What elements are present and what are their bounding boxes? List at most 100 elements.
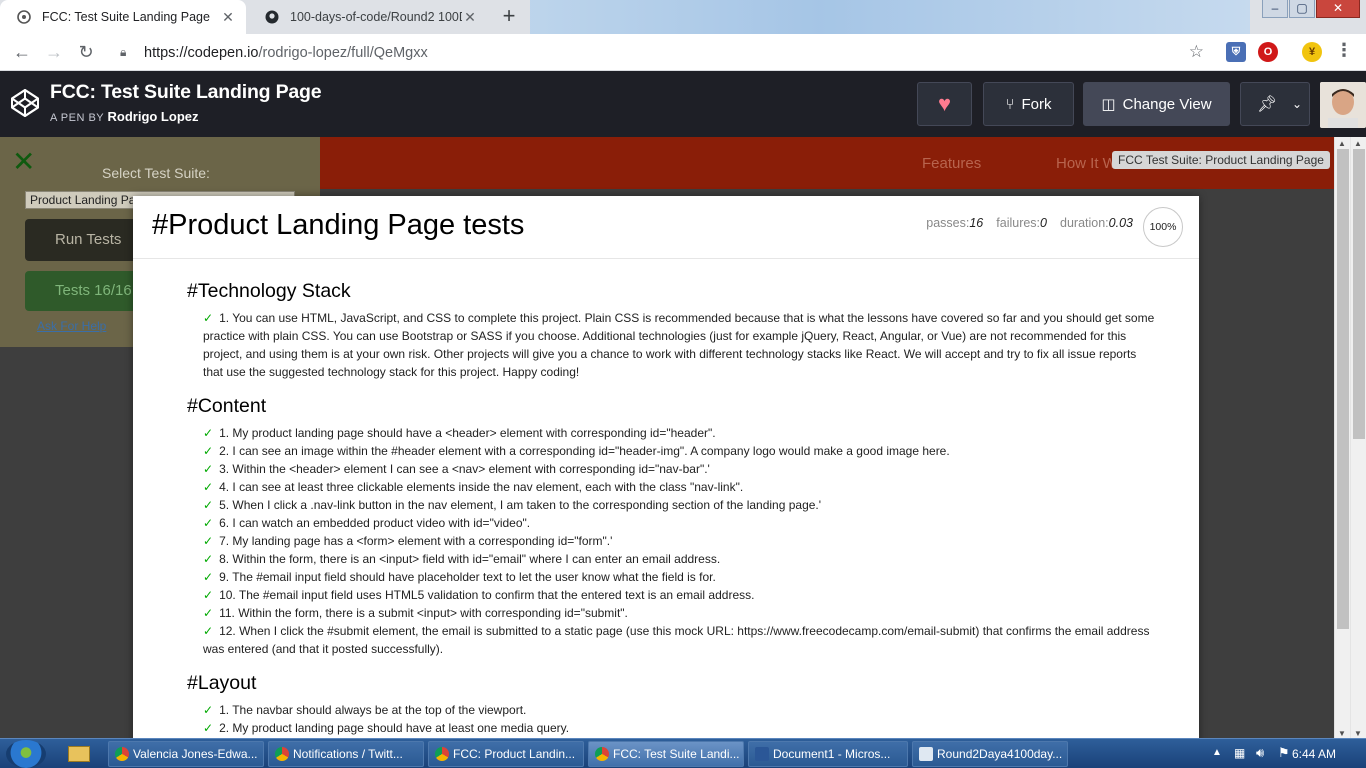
test-item[interactable]: ✓ 5. When I click a .nav-link button in t… (187, 496, 1157, 514)
outer-scroll-thumb[interactable] (1353, 149, 1365, 439)
test-item[interactable]: ✓ 7. My landing page has a <form> element… (187, 532, 1157, 550)
test-item[interactable]: ✓ 8. Within the form, there is an <input>… (187, 550, 1157, 568)
test-suite: #Technology Stack ✓ 1. You can use HTML, J… (187, 280, 1157, 381)
by-label: A PEN BY (50, 112, 104, 124)
clock[interactable]: 6:44 AM (1292, 747, 1336, 761)
suite-title[interactable]: #Technology Stack (187, 280, 1157, 303)
passes-label: passes: (926, 216, 970, 230)
back-arrow-icon[interactable]: ← (6, 42, 38, 63)
failures-count: 0 (1040, 216, 1047, 230)
test-item[interactable]: ✓ 3. Within the <header> element I can se… (187, 460, 1157, 478)
bookmark-star-icon[interactable]: ☆ (1189, 42, 1204, 62)
network-icon[interactable]: ▦ (1234, 746, 1245, 760)
taskbar-item[interactable]: Valencia Jones-Edwa... (108, 741, 264, 767)
file-explorer-icon[interactable] (68, 746, 90, 762)
test-item[interactable]: ✓ 1. My product landing page should have … (187, 424, 1157, 442)
codepen-logo-icon[interactable] (10, 88, 40, 118)
browser-menu-icon[interactable]: ⋮ (1334, 41, 1354, 62)
test-item[interactable]: ✓ 12. When I click the #submit element, t… (187, 622, 1157, 658)
test-item[interactable]: ✓ 2. My product landing page should have … (187, 719, 1157, 737)
inner-scroll-track[interactable]: ▲ ▼ (1334, 137, 1350, 740)
scroll-up-icon[interactable]: ▲ (1354, 139, 1362, 148)
tab-close-icon[interactable]: ✕ (220, 9, 236, 26)
love-button[interactable]: ♥ (917, 82, 972, 126)
url-bar[interactable]: 🔒︎ https://codepen.io/rodrigo-lopez/full… (110, 38, 1210, 67)
test-item[interactable]: ✓ 6. I can watch an embedded product vide… (187, 514, 1157, 532)
suite-title[interactable]: #Layout (187, 672, 1157, 695)
taskbar-item[interactable]: Notifications / Twitt... (268, 741, 424, 767)
reload-icon[interactable]: ↻ (70, 42, 102, 63)
tab-title: FCC: Test Suite Landing Page (42, 10, 210, 24)
inner-scroll-thumb[interactable] (1337, 149, 1349, 629)
duration-value: 0.03 (1108, 216, 1133, 230)
tab-title: 100-days-of-code/Round2 100D (290, 10, 462, 24)
ask-for-help-link[interactable]: Ask For Help (37, 319, 106, 333)
scroll-down-icon[interactable]: ▼ (1338, 729, 1346, 738)
scroll-down-icon[interactable]: ▼ (1354, 729, 1362, 738)
check-icon: ✓ (203, 498, 214, 512)
suite-title[interactable]: #Content (187, 395, 1157, 418)
taskbar-item[interactable]: FCC: Test Suite Landi... (588, 741, 744, 767)
tab-100-days-of-code[interactable]: 100-days-of-code/Round2 100D ✕ (248, 0, 488, 34)
test-item[interactable]: ✓ 11. Within the form, there is a submit … (187, 604, 1157, 622)
page-scrollbar[interactable]: ▲ ▼ ▲ ▼ (1334, 137, 1366, 740)
test-report-modal: #Product Landing Page tests passes:16 fa… (133, 196, 1199, 756)
minimize-icon[interactable]: – (1262, 0, 1288, 18)
change-view-label: Change View (1122, 95, 1212, 113)
test-text: 12. When I click the #submit element, th… (203, 624, 1150, 656)
codepen-header: FCC: Test Suite Landing Page A PEN BY Ro… (0, 71, 1366, 137)
duration-label: duration: (1060, 216, 1109, 230)
taskbar-item-label: FCC: Test Suite Landi... (613, 747, 740, 761)
chrome-app-icon (115, 747, 129, 761)
taskbar-item-label: Notifications / Twitt... (293, 747, 403, 761)
check-icon: ✓ (203, 444, 214, 458)
tab-close-icon[interactable]: ✕ (462, 9, 478, 26)
report-body: #Technology Stack ✓ 1. You can use HTML, J… (187, 280, 1157, 751)
fork-button[interactable]: ⑂ Fork (983, 82, 1074, 126)
test-item[interactable]: ✓ 9. The #email input field should have p… (187, 568, 1157, 586)
github-favicon-icon (264, 9, 280, 25)
close-panel-icon[interactable]: ✕ (12, 145, 35, 178)
flag-icon[interactable]: ⚑ (1278, 745, 1290, 761)
change-view-button[interactable]: ◫ Change View (1083, 82, 1230, 126)
pen-byline: A PEN BY Rodrigo Lopez (50, 109, 199, 124)
word-app-icon (755, 747, 769, 761)
passes-count: 16 (969, 216, 984, 230)
test-item[interactable]: ✓ 2. I can see an image within the #heade… (187, 442, 1157, 460)
maximize-icon[interactable]: ▢ (1289, 0, 1315, 18)
forward-arrow-icon[interactable]: → (38, 42, 70, 63)
tray-up-arrow-icon[interactable]: ▲ (1212, 747, 1222, 758)
test-text: 2. I can see an image within the #header… (219, 444, 950, 458)
outer-scroll-track[interactable]: ▲ ▼ (1350, 137, 1366, 740)
honey-extension-icon[interactable]: ¥ (1302, 42, 1322, 62)
volume-icon[interactable]: 🔊︎ (1256, 745, 1264, 761)
lock-icon: 🔒︎ (120, 45, 127, 59)
nav-link-features[interactable]: Features (922, 155, 981, 172)
test-item[interactable]: ✓ 4. I can see at least three clickable e… (187, 478, 1157, 496)
taskbar-item[interactable]: Round2Daya4100day... (912, 741, 1068, 767)
shield-extension-icon[interactable]: ⛨ (1226, 42, 1246, 62)
new-tab-plus-icon[interactable]: + (496, 5, 522, 29)
test-item[interactable]: ✓ 1. You can use HTML, JavaScript, and CS… (187, 309, 1157, 381)
test-item[interactable]: ✓ 10. The #email input field uses HTML5 v… (187, 586, 1157, 604)
adblock-extension-icon[interactable]: O (1258, 42, 1278, 62)
user-avatar[interactable] (1320, 82, 1366, 128)
start-button[interactable] (6, 740, 46, 768)
tab-fcc-test-suite[interactable]: FCC: Test Suite Landing Page ✕ (0, 0, 246, 34)
scroll-up-icon[interactable]: ▲ (1338, 139, 1346, 148)
progress-ring: 100% (1143, 207, 1183, 247)
check-icon: ✓ (203, 462, 214, 476)
test-item[interactable]: ✓ 1. The navbar should always be at the t… (187, 701, 1157, 719)
check-icon: ✓ (203, 311, 214, 325)
pin-menu-button[interactable]: 📌︎ ⌄ (1240, 82, 1310, 126)
author-link[interactable]: Rodrigo Lopez (108, 109, 199, 124)
taskbar-item-label: Valencia Jones-Edwa... (133, 747, 258, 761)
test-text: 5. When I click a .nav-link button in th… (219, 498, 822, 512)
failures-stat[interactable]: failures:0 (996, 216, 1047, 230)
url-text: https://codepen.io/rodrigo-lopez/full/Qe… (144, 45, 428, 61)
passes-stat[interactable]: passes:16 (926, 216, 983, 230)
taskbar-item[interactable]: FCC: Product Landin... (428, 741, 584, 767)
window-close-icon[interactable]: ✕ (1316, 0, 1360, 18)
nav-link-how-it-works[interactable]: How It W (1056, 155, 1117, 172)
taskbar-item[interactable]: Document1 - Micros... (748, 741, 908, 767)
